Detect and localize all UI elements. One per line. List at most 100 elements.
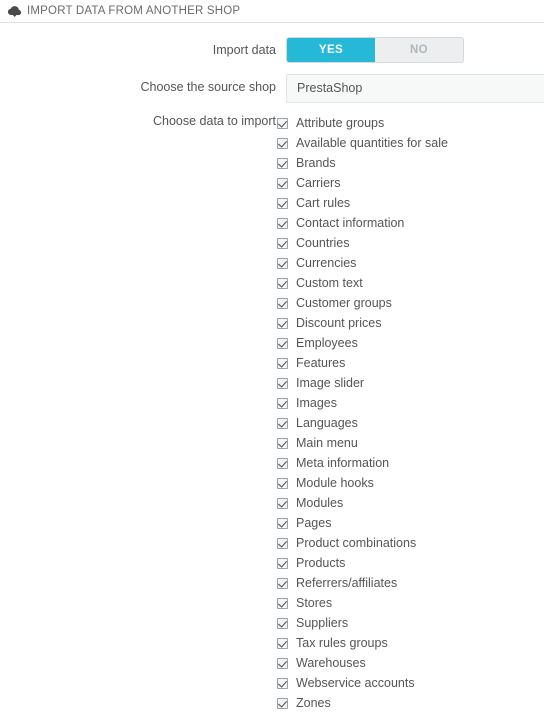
list-item[interactable]: Zones [277, 693, 544, 713]
list-item-label[interactable]: Referrers/affiliates [296, 576, 397, 590]
list-item[interactable]: Stores [277, 593, 544, 613]
list-item[interactable]: Meta information [277, 453, 544, 473]
list-item[interactable]: Available quantities for sale [277, 133, 544, 153]
list-item[interactable]: Employees [277, 333, 544, 353]
list-item[interactable]: Warehouses [277, 653, 544, 673]
checkbox-icon[interactable] [277, 537, 288, 549]
checkbox-icon[interactable] [277, 117, 288, 129]
list-item[interactable]: Contact information [277, 213, 544, 233]
list-item[interactable]: Image slider [277, 373, 544, 393]
checkbox-icon[interactable] [277, 677, 288, 689]
list-item-label[interactable]: Discount prices [296, 316, 381, 330]
list-item[interactable]: Module hooks [277, 473, 544, 493]
checkbox-icon[interactable] [277, 257, 288, 269]
list-item-label[interactable]: Product combinations [296, 536, 416, 550]
checkbox-icon[interactable] [277, 437, 288, 449]
list-item-label[interactable]: Meta information [296, 456, 389, 470]
list-item-label[interactable]: Custom text [296, 276, 363, 290]
list-item-label[interactable]: Features [296, 356, 345, 370]
list-item-label[interactable]: Countries [296, 236, 350, 250]
list-item-label[interactable]: Languages [296, 416, 358, 430]
list-item-label[interactable]: Images [296, 396, 337, 410]
list-item[interactable]: Products [277, 553, 544, 573]
list-item-label[interactable]: Products [296, 556, 345, 570]
checkbox-icon[interactable] [277, 157, 288, 169]
list-item[interactable]: Discount prices [277, 313, 544, 333]
checkbox-icon[interactable] [277, 377, 288, 389]
list-item-label[interactable]: Webservice accounts [296, 676, 415, 690]
checkbox-icon[interactable] [277, 597, 288, 609]
list-item-label[interactable]: Suppliers [296, 616, 348, 630]
list-item-label[interactable]: Contact information [296, 216, 404, 230]
list-item[interactable]: Pages [277, 513, 544, 533]
list-item-label[interactable]: Stores [296, 596, 332, 610]
list-item[interactable]: Cart rules [277, 193, 544, 213]
toggle-yes-option[interactable]: YES [287, 38, 375, 62]
checkbox-icon[interactable] [277, 337, 288, 349]
list-item-label[interactable]: Customer groups [296, 296, 392, 310]
checkbox-icon[interactable] [277, 277, 288, 289]
checkbox-icon[interactable] [277, 557, 288, 569]
checkbox-icon[interactable] [277, 177, 288, 189]
list-item[interactable]: Main menu [277, 433, 544, 453]
source-shop-field: PrestaShop [286, 74, 544, 103]
checkbox-icon[interactable] [277, 197, 288, 209]
checkbox-icon[interactable] [277, 417, 288, 429]
list-item[interactable]: Features [277, 353, 544, 373]
import-data-panel: IMPORT DATA FROM ANOTHER SHOP Import dat… [0, 0, 544, 719]
list-item-label[interactable]: Employees [296, 336, 358, 350]
list-item[interactable]: Referrers/affiliates [277, 573, 544, 593]
toggle-no-option[interactable]: NO [375, 38, 463, 62]
checkbox-icon[interactable] [277, 577, 288, 589]
checkbox-icon[interactable] [277, 477, 288, 489]
checkbox-icon[interactable] [277, 137, 288, 149]
list-item-label[interactable]: Module hooks [296, 476, 374, 490]
checkbox-icon[interactable] [277, 237, 288, 249]
list-item[interactable]: Product combinations [277, 533, 544, 553]
list-item[interactable]: Brands [277, 153, 544, 173]
checkbox-icon[interactable] [277, 217, 288, 229]
checkbox-icon[interactable] [277, 657, 288, 669]
list-item-label[interactable]: Currencies [296, 256, 356, 270]
list-item[interactable]: Images [277, 393, 544, 413]
checkbox-icon[interactable] [277, 697, 288, 709]
checkbox-icon[interactable] [277, 457, 288, 469]
checkbox-icon[interactable] [277, 357, 288, 369]
list-item-label[interactable]: Tax rules groups [296, 636, 388, 650]
list-item-label[interactable]: Carriers [296, 176, 340, 190]
list-item-label[interactable]: Available quantities for sale [296, 136, 448, 150]
list-item[interactable]: Tax rules groups [277, 633, 544, 653]
list-item-label[interactable]: Brands [296, 156, 336, 170]
list-item-label[interactable]: Zones [296, 696, 331, 710]
checkbox-icon[interactable] [277, 297, 288, 309]
list-item-label[interactable]: Main menu [296, 436, 358, 450]
cloud-download-icon [7, 4, 22, 19]
checkbox-icon[interactable] [277, 497, 288, 509]
list-item[interactable]: Modules [277, 493, 544, 513]
source-shop-row: Choose the source shop PrestaShop [0, 74, 544, 103]
list-item-label[interactable]: Warehouses [296, 656, 366, 670]
list-item[interactable]: Countries [277, 233, 544, 253]
list-item[interactable]: Attribute groups [277, 113, 544, 133]
checkbox-icon[interactable] [277, 617, 288, 629]
list-item[interactable]: Carriers [277, 173, 544, 193]
list-item[interactable]: Custom text [277, 273, 544, 293]
list-item[interactable]: Webservice accounts [277, 673, 544, 693]
import-data-field: YES NO [286, 37, 544, 63]
checkbox-icon[interactable] [277, 637, 288, 649]
list-item-label[interactable]: Pages [296, 516, 331, 530]
list-item-label[interactable]: Modules [296, 496, 343, 510]
list-item[interactable]: Currencies [277, 253, 544, 273]
list-item-label[interactable]: Attribute groups [296, 116, 384, 130]
checkbox-icon[interactable] [277, 317, 288, 329]
list-item-label[interactable]: Cart rules [296, 196, 350, 210]
list-item-label[interactable]: Image slider [296, 376, 364, 390]
source-shop-select[interactable]: PrestaShop [286, 74, 544, 103]
checkbox-icon[interactable] [277, 397, 288, 409]
list-item[interactable]: Languages [277, 413, 544, 433]
import-data-toggle[interactable]: YES NO [286, 37, 464, 63]
checkbox-icon[interactable] [277, 517, 288, 529]
panel-header: IMPORT DATA FROM ANOTHER SHOP [0, 0, 544, 23]
list-item[interactable]: Customer groups [277, 293, 544, 313]
list-item[interactable]: Suppliers [277, 613, 544, 633]
